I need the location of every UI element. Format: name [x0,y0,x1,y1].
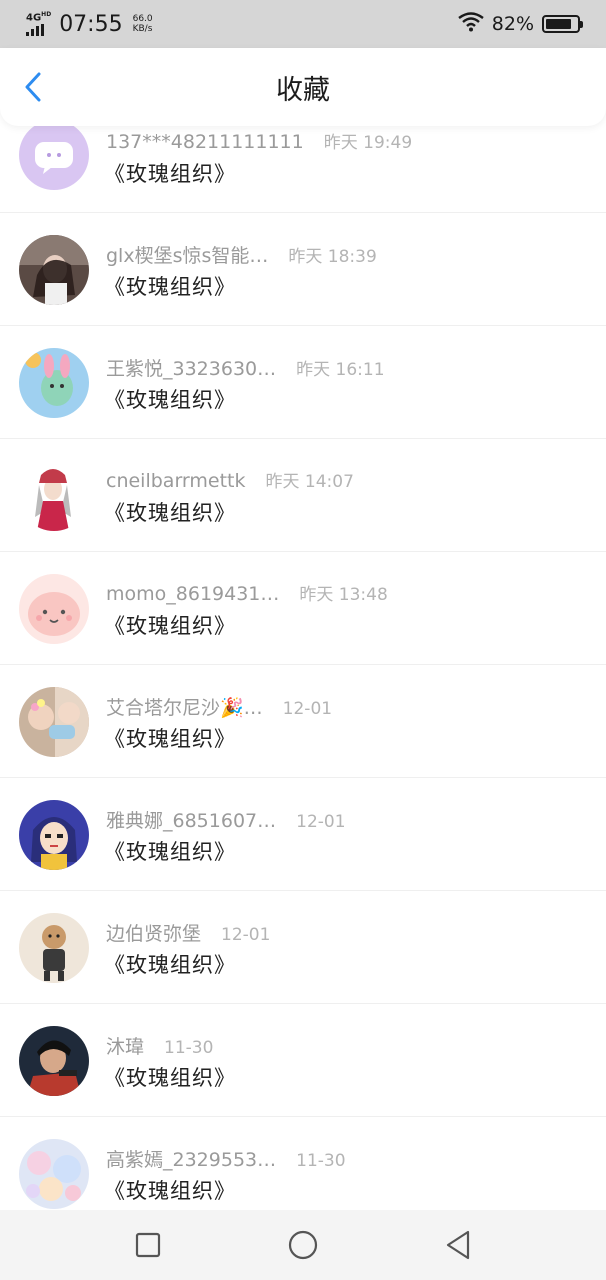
signal-bars-icon [26,24,44,37]
signal-indicator: 4GHD [26,10,52,37]
item-title[interactable]: 《玫瑰组织》 [104,836,236,866]
timestamp: 12-01 [221,925,271,945]
username[interactable]: 雅典娜_6851607… [106,806,276,833]
username[interactable]: glx楔堡s惊s智能… [106,241,268,268]
timestamp: 昨天 19:49 [323,133,413,153]
battery-fill [546,19,571,29]
timestamp: 11-30 [164,1038,214,1058]
network-speed: 66.0 KB/s [133,14,153,34]
page-title: 收藏 [276,74,330,106]
avatar[interactable] [19,800,89,870]
timestamp: 昨天 18:39 [288,247,377,267]
username[interactable]: 艾合塔尔尼沙🎉… [106,693,263,720]
username[interactable]: 沐瑋 [106,1032,144,1059]
back-button[interactable] [18,70,48,104]
recent-apps-button[interactable] [128,1225,168,1265]
list-item[interactable]: 王紫悦_3323630… 昨天 16:11 《玫瑰组织》 [0,326,606,439]
avatar[interactable] [19,1139,89,1209]
username[interactable]: 137***48211111111 [106,131,304,153]
chevron-left-icon [25,72,41,102]
network-hd: HD [41,10,52,18]
circle-icon [288,1230,318,1260]
item-title[interactable]: 《玫瑰组织》 [104,1062,236,1092]
timestamp: 12-01 [282,699,333,719]
system-nav-bar [0,1210,606,1280]
timestamp: 12-01 [296,812,346,832]
list-item[interactable]: 边伯贤弥堡 12-01 《玫瑰组织》 [0,891,606,1004]
list-item[interactable]: 雅典娜_6851607… 12-01 《玫瑰组织》 [0,778,606,891]
item-title[interactable]: 《玫瑰组织》 [104,723,236,753]
avatar[interactable] [19,574,89,644]
wifi-icon [458,12,484,36]
username[interactable]: 边伯贤弥堡 [106,919,201,946]
timestamp: 昨天 13:48 [299,585,388,605]
list-item[interactable]: momo_8619431… 昨天 13:48 《玫瑰组织》 [0,552,606,665]
avatar[interactable] [19,120,89,190]
item-title[interactable]: 《玫瑰组织》 [104,158,236,188]
item-title[interactable]: 《玫瑰组织》 [104,271,236,301]
status-bar: 4GHD 07:55 66.0 KB/s 82% [0,0,606,48]
timestamp: 11-30 [296,1151,346,1171]
username[interactable]: 王紫悦_3323630… [106,354,276,381]
speed-unit: KB/s [132,24,153,34]
avatar[interactable] [19,687,89,757]
square-icon [135,1232,160,1258]
list-item[interactable]: 艾合塔尔尼沙🎉… 12-01 《玫瑰组织》 [0,665,606,778]
avatar[interactable] [19,461,89,531]
list-item[interactable]: cneilbarrmettk 昨天 14:07 《玫瑰组织》 [0,439,606,552]
network-type: 4G [26,12,42,24]
avatar[interactable] [19,348,89,418]
system-back-button[interactable] [438,1225,478,1265]
item-title[interactable]: 《玫瑰组织》 [104,1175,236,1205]
item-title[interactable]: 《玫瑰组织》 [104,384,236,414]
avatar[interactable] [19,1026,89,1096]
item-title[interactable]: 《玫瑰组织》 [104,497,236,527]
app-header: 收藏 [0,48,606,126]
avatar[interactable] [19,913,89,983]
battery-percent: 82% [491,13,534,35]
timestamp: 昨天 16:11 [296,360,385,380]
timestamp: 昨天 14:07 [265,472,354,492]
battery-icon [542,15,583,33]
avatar[interactable] [19,235,89,305]
username[interactable]: momo_8619431… [106,583,279,605]
list-item[interactable]: glx楔堡s惊s智能… 昨天 18:39 《玫瑰组织》 [0,213,606,326]
item-title[interactable]: 《玫瑰组织》 [104,610,236,640]
speed-value: 66.0 [132,14,153,24]
username[interactable]: cneilbarrmettk [106,470,246,492]
username[interactable]: 高紫嫣_2329553… [106,1145,276,1172]
item-title[interactable]: 《玫瑰组织》 [104,949,236,979]
list-item[interactable]: 沐瑋 11-30 《玫瑰组织》 [0,1004,606,1117]
status-time: 07:55 [59,11,123,37]
home-button[interactable] [283,1225,323,1265]
triangle-back-icon [447,1230,470,1260]
